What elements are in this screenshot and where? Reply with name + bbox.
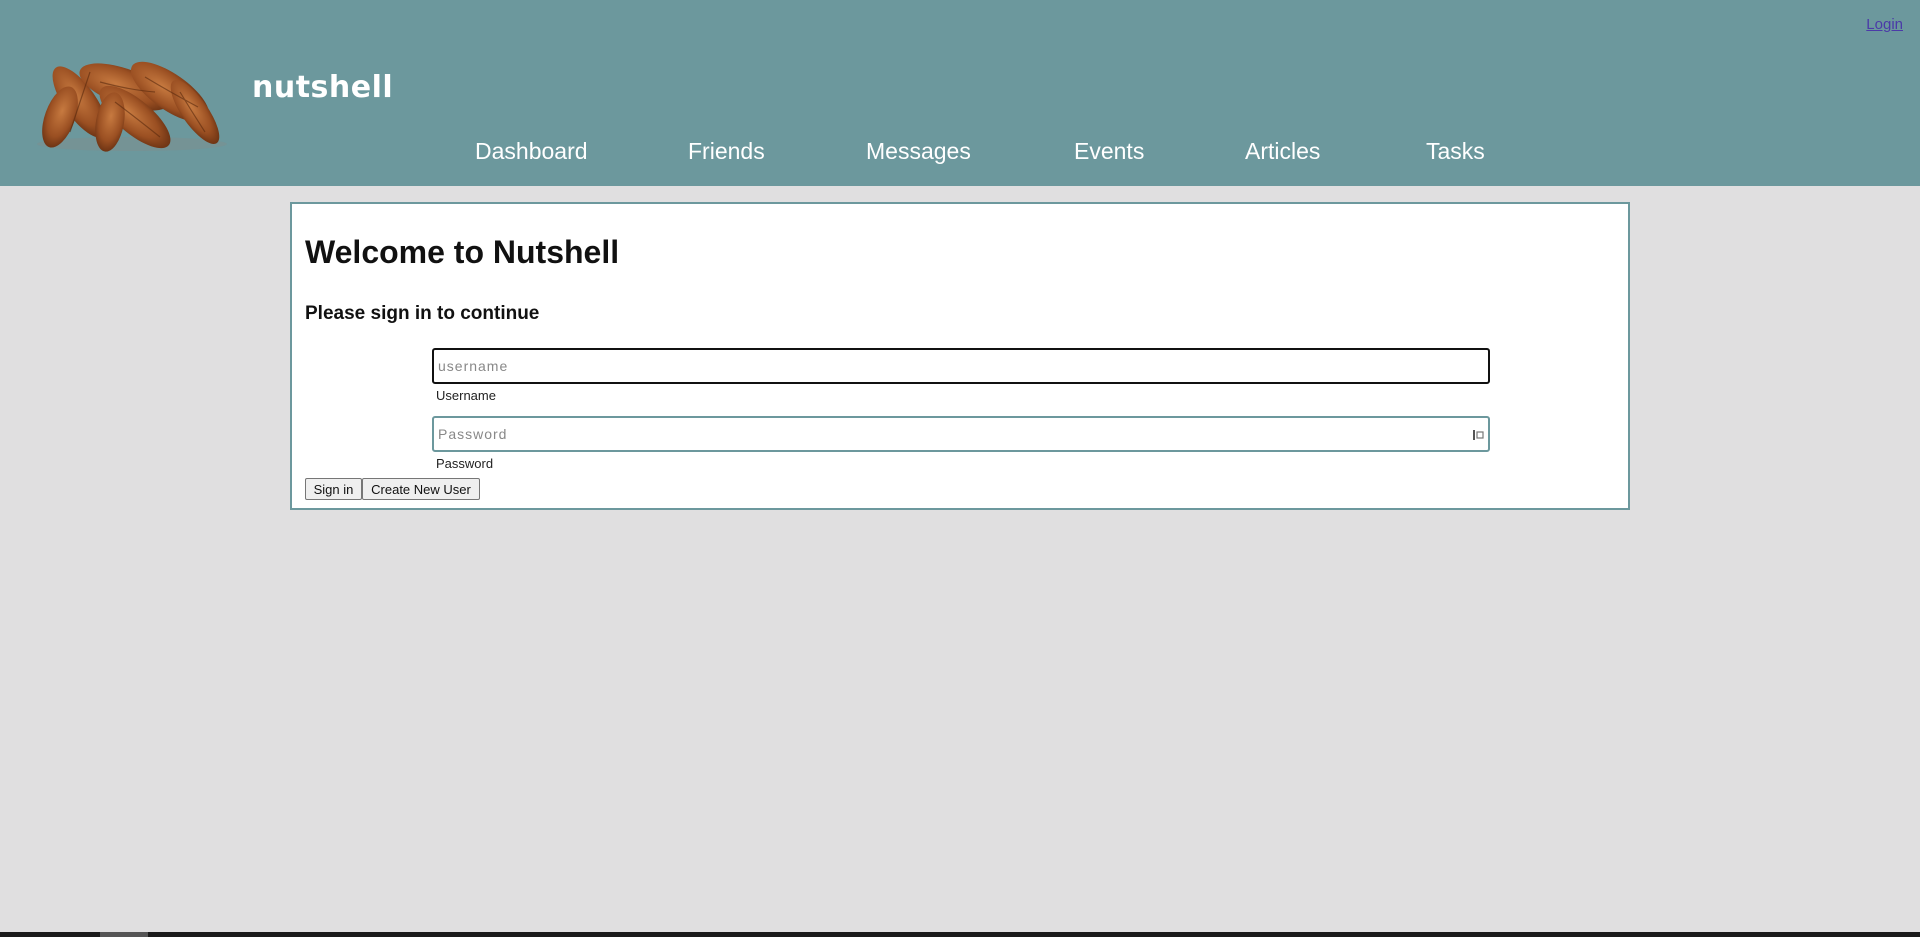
nav-item-tasks[interactable]: Tasks (1426, 138, 1485, 165)
username-label: Username (436, 388, 496, 403)
page-title: Welcome to Nutshell (305, 234, 620, 270)
password-label: Password (436, 456, 494, 471)
main-nav: Dashboard Friends Messages Events Articl… (0, 138, 1920, 168)
login-card: Welcome to Nutshell Please sign in to co… (290, 202, 1630, 510)
nav-item-articles[interactable]: Articles (1245, 138, 1320, 165)
nav-item-messages[interactable]: Messages (866, 138, 971, 165)
page-subtitle: Please sign in to continue (305, 303, 540, 324)
password-manager-icon[interactable] (1472, 429, 1484, 441)
nav-item-events[interactable]: Events (1074, 138, 1144, 165)
nav-item-dashboard[interactable]: Dashboard (475, 138, 588, 165)
sign-in-button[interactable]: Sign in (305, 478, 362, 500)
create-user-button[interactable]: Create New User (362, 478, 480, 500)
nav-item-friends[interactable]: Friends (688, 138, 765, 165)
brand-name: nutshell (252, 70, 394, 105)
login-link[interactable]: Login (1866, 16, 1903, 33)
password-input[interactable] (432, 416, 1490, 452)
username-input[interactable] (432, 348, 1490, 384)
window-bottom-edge (0, 932, 1920, 937)
site-header: nutshell Login Dashboard Friends Message… (0, 0, 1920, 186)
pecan-logo-icon (37, 61, 227, 152)
